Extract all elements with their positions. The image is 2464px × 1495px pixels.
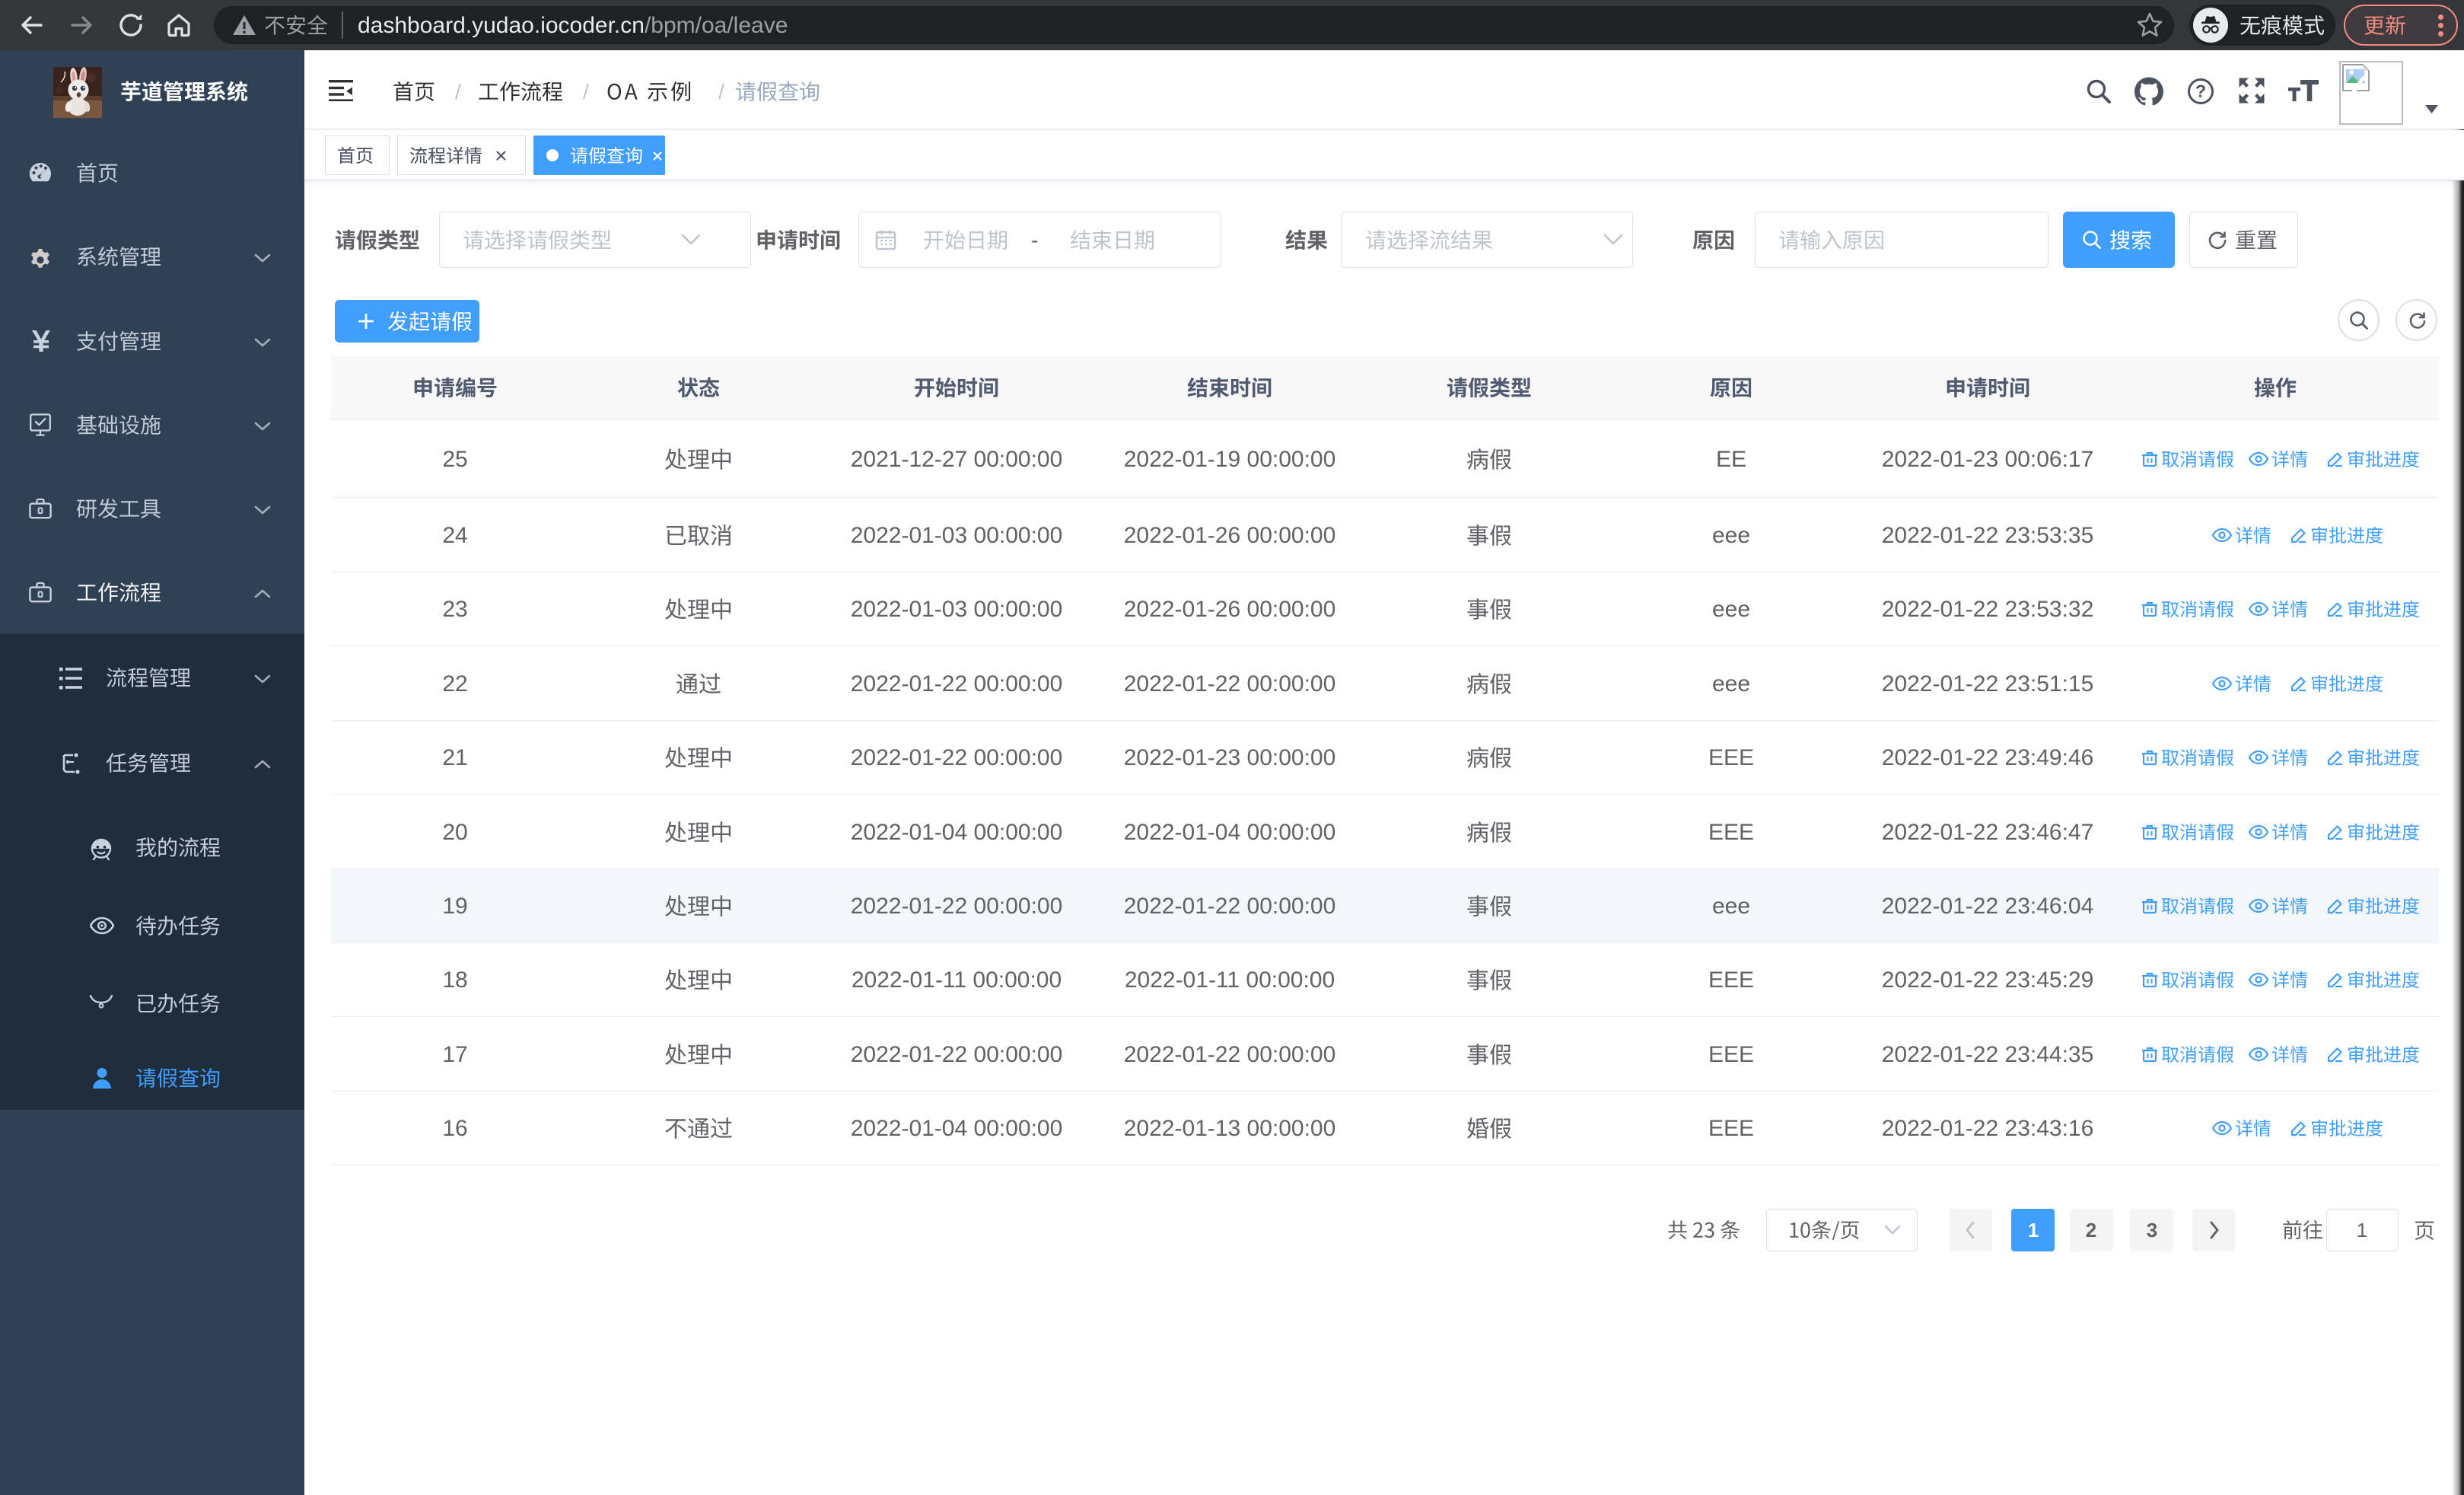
svg-text:?: ? xyxy=(2195,81,2206,101)
